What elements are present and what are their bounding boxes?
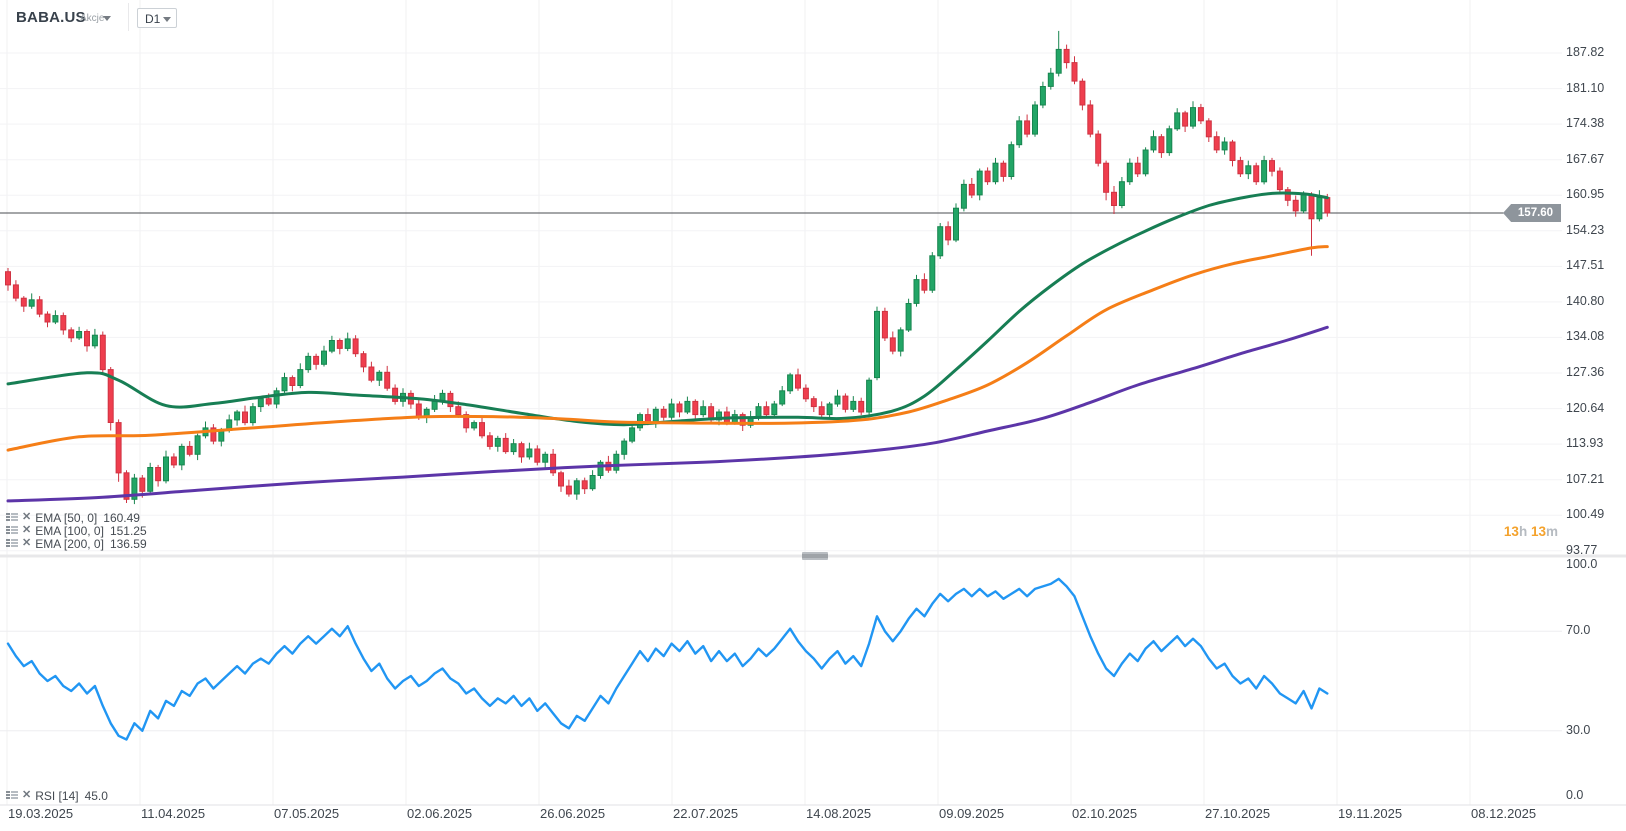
current-price-badge: 157.60 (1503, 204, 1561, 222)
date-axis-label: 22.07.2025 (673, 806, 738, 821)
price-axis-label: 167.67 (1566, 152, 1604, 166)
indicator-close-icon[interactable]: ✕ (22, 512, 31, 523)
price-axis-label: 134.08 (1566, 329, 1604, 343)
indicator-close-icon[interactable]: ✕ (22, 790, 31, 801)
price-axis-label: 187.82 (1566, 45, 1604, 59)
price-axis-label: 160.95 (1566, 187, 1604, 201)
rsi-axis-label: 100.0 (1566, 557, 1597, 571)
date-axis-label: 08.12.2025 (1471, 806, 1536, 821)
ema50-legend-row: ✕ EMA [50, 0] 160.49 (6, 511, 140, 524)
date-axis-label: 07.05.2025 (274, 806, 339, 821)
current-price-value: 157.60 (1518, 207, 1553, 219)
price-axis-label: 181.10 (1566, 81, 1604, 95)
countdown-hours-unit: h (1519, 524, 1527, 539)
indicator-settings-icon[interactable] (6, 787, 18, 805)
ema-line-0 (8, 193, 1327, 425)
price-axis-label: 120.64 (1566, 401, 1604, 415)
candle-countdown-timer: 13h 13m (1440, 524, 1558, 539)
ema50-value: 160.49 (103, 511, 140, 525)
date-axis-label: 09.09.2025 (939, 806, 1004, 821)
price-axis-label: 127.36 (1566, 365, 1604, 379)
countdown-minutes-unit: m (1546, 524, 1558, 539)
price-axis-label: 147.51 (1566, 258, 1604, 272)
ema200-value: 136.59 (110, 537, 147, 551)
price-axis-label: 107.21 (1566, 472, 1604, 486)
chart-plot-area[interactable] (0, 0, 1626, 831)
timeframe-caret-icon (163, 17, 171, 22)
trading-chart-window: BABA.US Akcje D1 187.82 181.10 174.38 167.6… (0, 0, 1626, 831)
price-axis-label: 100.49 (1566, 507, 1604, 521)
date-axis-label: 27.10.2025 (1205, 806, 1270, 821)
price-axis-label: 140.80 (1566, 294, 1604, 308)
candlestick-layer (6, 31, 1330, 504)
date-axis-label: 02.06.2025 (407, 806, 472, 821)
countdown-hours: 13 (1504, 524, 1519, 539)
rsi-value: 45.0 (85, 789, 108, 803)
date-axis-label: 02.10.2025 (1072, 806, 1137, 821)
rsi-line (8, 579, 1327, 740)
ema100-label: EMA [100, 0] (35, 524, 104, 538)
symbol-label[interactable]: BABA.US (16, 9, 86, 26)
indicator-settings-icon[interactable] (6, 535, 18, 553)
rsi-axis-label: 70.0 (1566, 623, 1590, 637)
price-axis-label: 93.77 (1566, 543, 1597, 557)
indicator-close-icon[interactable]: ✕ (22, 538, 31, 549)
countdown-minutes: 13 (1531, 524, 1546, 539)
rsi-axis-label: 30.0 (1566, 723, 1590, 737)
date-axis-label: 14.08.2025 (806, 806, 871, 821)
panel-resize-handle[interactable] (802, 552, 828, 560)
rsi-legend-row: ✕ RSI [14] 45.0 (6, 789, 108, 802)
ema-line-1 (8, 247, 1327, 451)
indicator-close-icon[interactable]: ✕ (22, 525, 31, 536)
rsi-axis-label: 0.0 (1566, 788, 1583, 802)
symbol-dropdown-caret-icon[interactable] (103, 16, 111, 21)
price-axis-label: 154.23 (1566, 223, 1604, 237)
header-divider (128, 3, 129, 31)
ema-line-2 (8, 327, 1327, 501)
timeframe-value: D1 (145, 12, 160, 26)
price-axis-label: 113.93 (1566, 436, 1603, 450)
date-axis-label: 19.11.2025 (1338, 806, 1402, 821)
chart-header: BABA.US Akcje D1 (0, 0, 400, 34)
price-axis-label: 174.38 (1566, 116, 1604, 130)
rsi-label: RSI [14] (35, 789, 78, 803)
ema100-legend-row: ✕ EMA [100, 0] 151.25 (6, 524, 147, 537)
date-axis-label: 19.03.2025 (8, 806, 73, 821)
ema200-label: EMA [200, 0] (35, 537, 104, 551)
date-axis-label: 26.06.2025 (540, 806, 605, 821)
ema50-label: EMA [50, 0] (35, 511, 97, 525)
timeframe-select[interactable]: D1 (137, 8, 177, 28)
instrument-type-label: Akcje (80, 13, 104, 24)
date-axis-label: 11.04.2025 (141, 806, 205, 821)
ema200-legend-row: ✕ EMA [200, 0] 136.59 (6, 537, 147, 550)
ema100-value: 151.25 (110, 524, 147, 538)
